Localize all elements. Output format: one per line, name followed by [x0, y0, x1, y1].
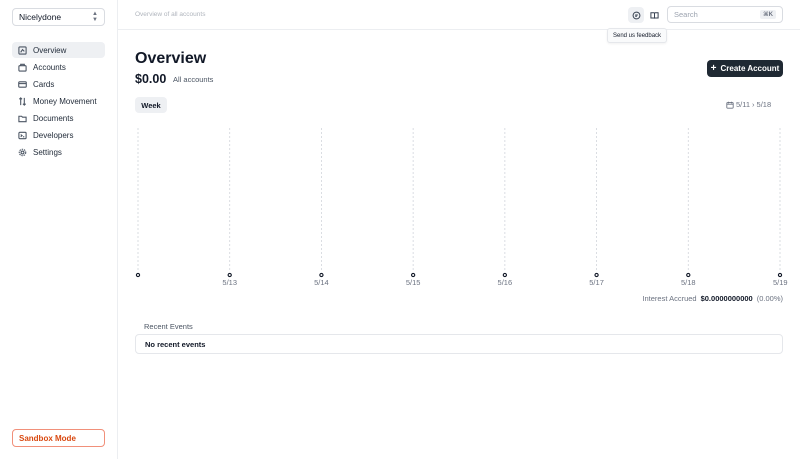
- search-shortcut: ⌘K: [760, 10, 776, 19]
- chart-point: [686, 272, 691, 278]
- sidebar-item-label: Developers: [33, 130, 74, 140]
- empty-state-text: No recent events: [145, 339, 206, 349]
- chart-point: [502, 272, 508, 278]
- balance-label: All accounts: [173, 75, 214, 84]
- chart-tick-label: 5/18: [681, 278, 696, 287]
- sidebar-item-label: Cards: [33, 79, 55, 89]
- create-account-button[interactable]: + Create Account: [707, 60, 783, 77]
- transfer-icon: [17, 96, 27, 106]
- sidebar-item-developers[interactable]: Developers: [12, 127, 105, 143]
- chart-tick-label: 5/14: [314, 278, 329, 287]
- chart-tick-label: 5/16: [498, 278, 513, 287]
- balance-chart: 5/13 5/14 5/15 5/16 5/17 5/18 5/19: [135, 128, 788, 287]
- date-from: 5/11: [736, 100, 751, 109]
- plus-icon: +: [710, 62, 717, 74]
- sidebar-item-label: Settings: [33, 147, 62, 157]
- calendar-icon: [726, 101, 734, 109]
- chart-tick-label: 5/15: [406, 278, 421, 287]
- sidebar-item-label: Money Movement: [33, 96, 97, 106]
- sandbox-mode-button[interactable]: Sandbox Mode: [12, 429, 105, 447]
- accounts-icon: [17, 62, 27, 72]
- sidebar-item-overview[interactable]: Overview: [12, 42, 105, 58]
- chevron-up-down-icon: ▲ ▼: [92, 11, 98, 23]
- cards-icon: [17, 79, 27, 89]
- search-input[interactable]: Search ⌘K: [667, 6, 783, 23]
- period-selector[interactable]: Week: [135, 97, 167, 113]
- sidebar-item-cards[interactable]: Cards: [12, 76, 105, 92]
- sandbox-mode-label: Sandbox Mode: [19, 433, 76, 443]
- chart-tick-label: 5/17: [589, 278, 604, 287]
- sidebar-item-money-movement[interactable]: Money Movement: [12, 93, 105, 109]
- date-range-picker[interactable]: 5/11 › 5/18: [726, 100, 771, 109]
- book-icon: [649, 11, 659, 19]
- chart-tick-label: 5/19: [773, 278, 788, 287]
- chart-point: [410, 272, 416, 278]
- chart-tick-label: 5/13: [222, 278, 237, 287]
- chart-point: [135, 272, 141, 278]
- docs-button[interactable]: [646, 7, 662, 23]
- interest-amount: $0.0000000000: [700, 294, 753, 303]
- chart-point: [777, 272, 783, 278]
- chart-point: [594, 272, 599, 278]
- chart-point: [227, 272, 232, 278]
- date-to: 5/18: [756, 100, 772, 109]
- overview-icon: [17, 45, 27, 55]
- search-placeholder: Search: [674, 10, 698, 19]
- folder-icon: [17, 113, 27, 123]
- total-balance: $0.00: [135, 72, 167, 86]
- organization-name: Nicelydone: [19, 12, 62, 22]
- recent-events-title: Recent Events: [144, 322, 193, 331]
- sidebar-item-settings[interactable]: Settings: [12, 144, 105, 160]
- topbar: Overview of all accounts Search ⌘K: [118, 0, 800, 30]
- chart-point: [319, 272, 324, 278]
- sidebar-item-label: Accounts: [33, 62, 66, 72]
- sidebar-item-label: Documents: [33, 113, 74, 123]
- sidebar-item-label: Overview: [33, 45, 67, 55]
- chevron-right-icon: ›: [752, 100, 755, 109]
- recent-events-list: No recent events: [135, 334, 783, 354]
- organization-select[interactable]: Nicelydone ▲ ▼: [12, 8, 105, 26]
- create-account-label: Create Account: [720, 64, 780, 73]
- sidebar-item-accounts[interactable]: Accounts: [12, 59, 105, 75]
- sidebar-nav: Overview Accounts Cards Money Movement D…: [12, 42, 105, 161]
- page-title: Overview: [135, 50, 207, 67]
- sidebar-item-documents[interactable]: Documents: [12, 110, 105, 126]
- interest-label: Interest Accrued: [642, 294, 697, 303]
- feedback-tooltip: Send us feedback: [607, 28, 668, 43]
- sidebar: Nicelydone ▲ ▼ Overview Accounts Cards M…: [0, 0, 118, 459]
- breadcrumb: Overview of all accounts: [135, 11, 206, 18]
- interest-percent: (0.00%): [756, 294, 783, 303]
- gear-icon: [17, 147, 27, 157]
- chat-bubble-icon: [632, 11, 640, 19]
- interest-accrued: Interest Accrued $0.0000000000 (0.00%): [642, 294, 783, 303]
- code-icon: [17, 130, 27, 140]
- feedback-button[interactable]: [628, 7, 644, 23]
